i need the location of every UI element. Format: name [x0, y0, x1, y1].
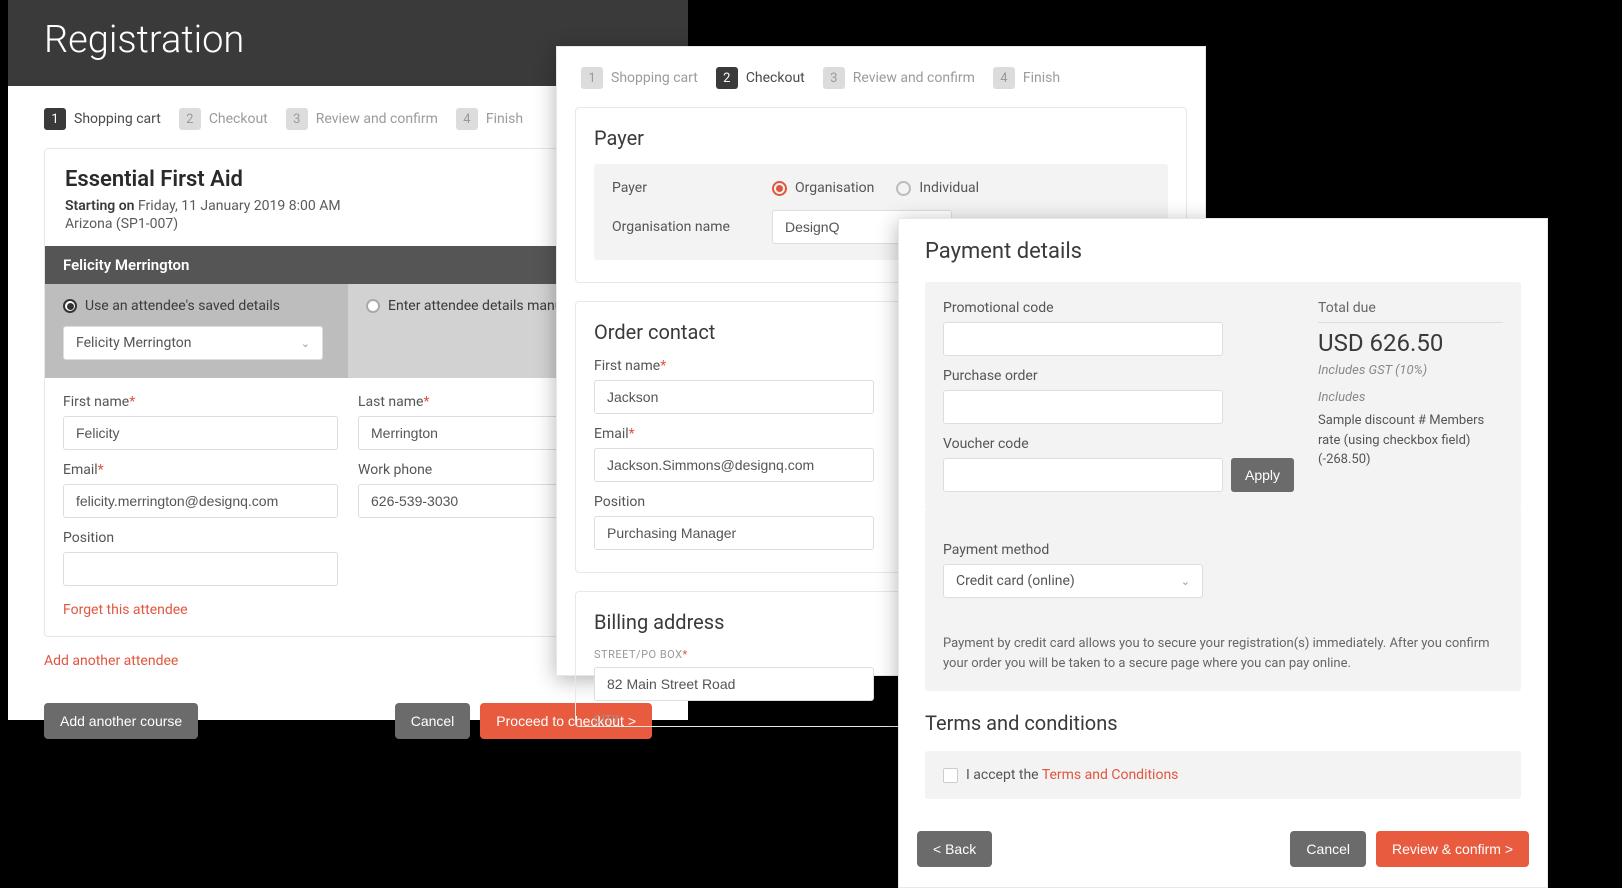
step-finish[interactable]: 4Finish [456, 108, 523, 130]
step-shopping-cart[interactable]: 1Shopping cart [581, 67, 698, 89]
payment-panel: Payment details Promotional code Purchas… [898, 218, 1548, 888]
terms-title: Terms and conditions [925, 711, 1521, 735]
field-voucher: Voucher code Apply [943, 436, 1294, 492]
field-position: Position [63, 530, 338, 586]
step-finish[interactable]: 4Finish [993, 67, 1060, 89]
course-location: Arizona (SP1-007) [65, 216, 631, 232]
terms-section: Terms and conditions I accept the Terms … [899, 691, 1547, 819]
step-shopping-cart[interactable]: 1Shopping cart [44, 108, 161, 130]
payment-method-label: Payment method [943, 542, 1503, 558]
radio-organisation[interactable]: Organisation [772, 180, 874, 196]
back-button[interactable]: < Back [917, 831, 992, 867]
review-confirm-button[interactable]: Review & confirm > [1376, 831, 1529, 867]
step-indicator-2: 1Shopping cart 2Checkout 3Review and con… [557, 47, 1205, 107]
step-checkout[interactable]: 2Checkout [179, 108, 268, 130]
total-due-label: Total due [1318, 300, 1503, 316]
step-review[interactable]: 3Review and confirm [823, 67, 975, 89]
payer-label: Payer [612, 180, 762, 196]
first-name-input[interactable] [63, 416, 338, 450]
includes-label: Includes [1318, 390, 1503, 405]
apply-button[interactable]: Apply [1231, 458, 1294, 492]
oc-first-input[interactable] [594, 380, 874, 414]
chevron-down-icon: ⌄ [1181, 575, 1190, 588]
cancel-button[interactable]: Cancel [395, 703, 471, 739]
discount-text: Sample discount # Members rate (using ch… [1318, 411, 1503, 470]
cancel-button-2[interactable]: Cancel [1290, 831, 1366, 867]
field-po: Purchase order [943, 368, 1294, 424]
street-input[interactable] [594, 667, 874, 701]
payer-title: Payer [594, 126, 1168, 150]
payment-note: Payment by credit card allows you to sec… [943, 634, 1503, 673]
accept-checkbox[interactable] [943, 768, 958, 783]
radio-saved[interactable] [63, 299, 77, 313]
payment-footer: < Back Cancel Review & confirm > [899, 819, 1547, 887]
field-email: Email* [63, 462, 338, 518]
chevron-down-icon: ⌄ [301, 337, 310, 350]
oc-position-input[interactable] [594, 516, 874, 550]
total-amount: USD 626.50 [1318, 329, 1503, 357]
saved-attendee-select[interactable]: Felicity Merrington⌄ [63, 326, 323, 360]
radio-manual[interactable] [366, 299, 380, 313]
promo-input[interactable] [943, 322, 1223, 356]
email-input[interactable] [63, 484, 338, 518]
org-name-label: Organisation name [612, 219, 762, 235]
voucher-input[interactable] [943, 458, 1223, 492]
terms-box: I accept the Terms and Conditions [925, 751, 1521, 799]
add-course-button[interactable]: Add another course [44, 703, 198, 739]
course-title: Essential First Aid [65, 167, 631, 192]
payment-title: Payment details [925, 239, 1521, 264]
payer-radio-row: Organisation Individual [772, 180, 1150, 196]
course-start: Starting on Friday, 11 January 2019 8:00… [65, 198, 631, 214]
terms-link[interactable]: Terms and Conditions [1042, 767, 1179, 783]
po-input[interactable] [943, 390, 1223, 424]
oc-email-input[interactable] [594, 448, 874, 482]
payment-method-select[interactable]: Credit card (online)⌄ [943, 564, 1203, 598]
payment-box: Promotional code Purchase order Voucher … [925, 282, 1521, 510]
position-input[interactable] [63, 552, 338, 586]
step-review[interactable]: 3Review and confirm [286, 108, 438, 130]
radio-individual[interactable]: Individual [896, 180, 979, 196]
divider [1318, 322, 1503, 323]
gst-note: Includes GST (10%) [1318, 363, 1503, 378]
field-first-name: First name* [63, 394, 338, 450]
step-checkout[interactable]: 2Checkout [716, 67, 805, 89]
field-promo: Promotional code [943, 300, 1294, 356]
mode-saved[interactable]: Use an attendee's saved details Felicity… [45, 284, 348, 378]
